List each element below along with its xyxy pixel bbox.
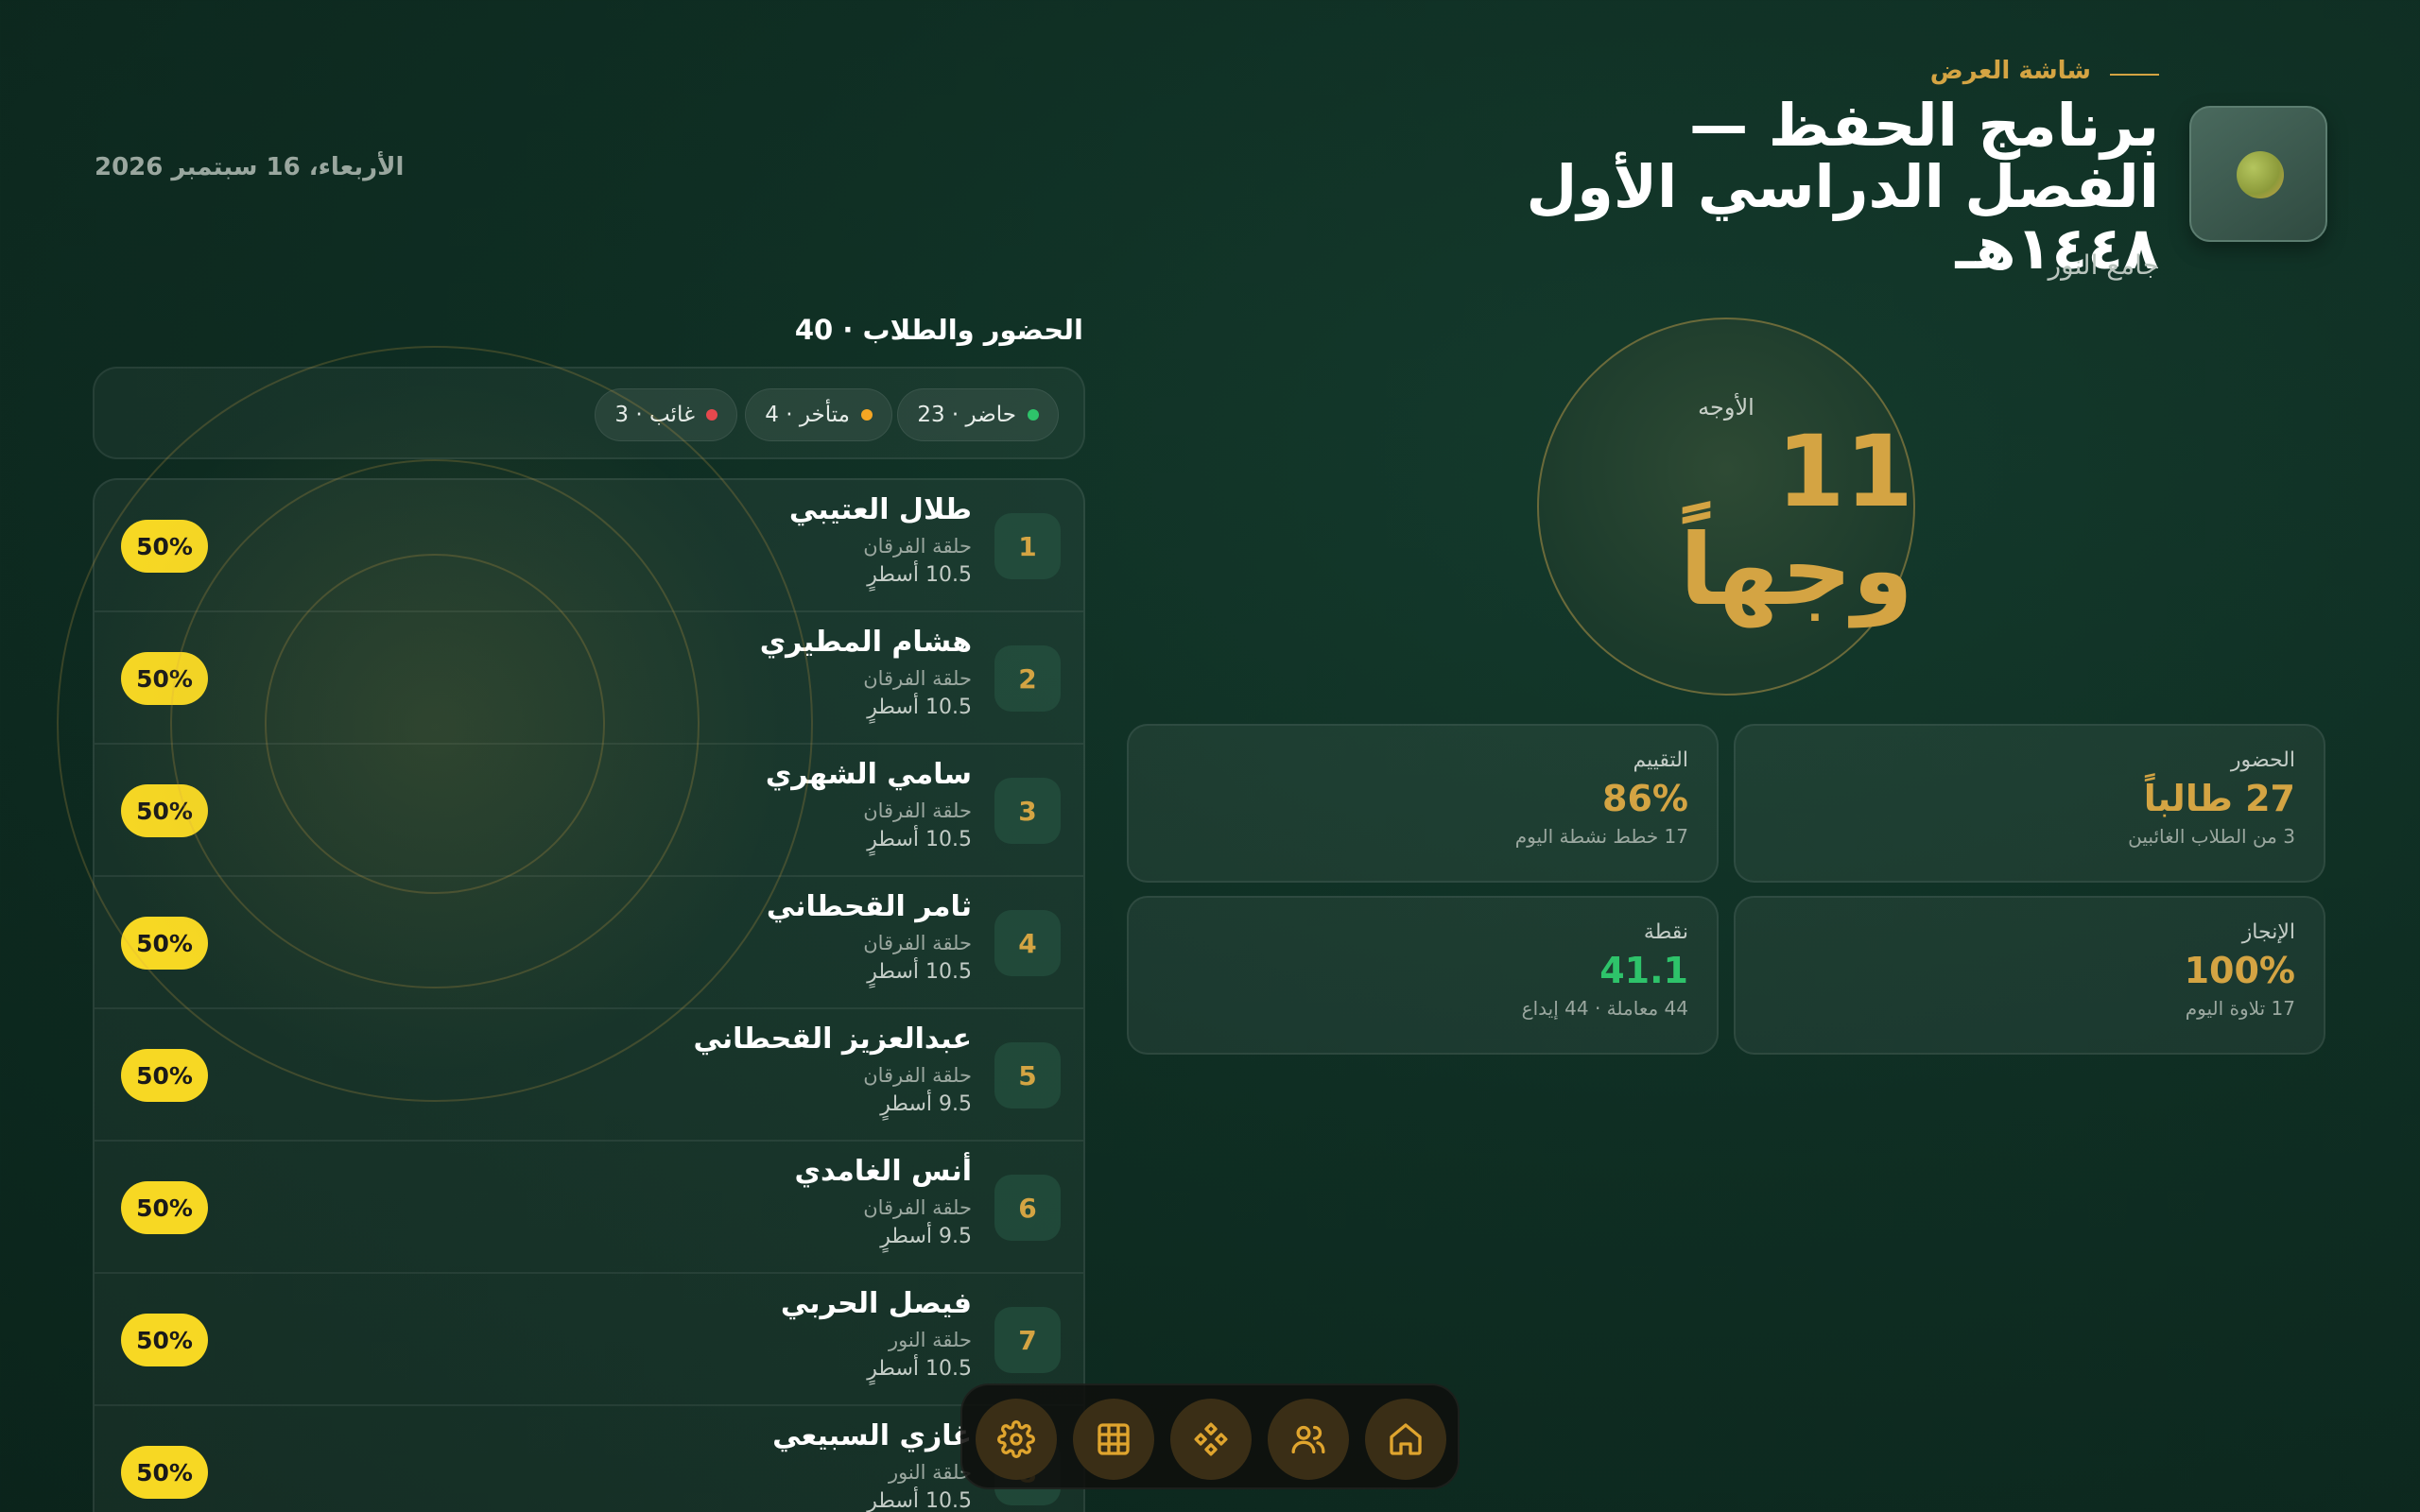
student-lines: 10.5 أسطرٍ	[867, 960, 972, 984]
stat-card-achievement: الإنجاز 100% 17 تلاوة اليوم	[1734, 896, 2325, 1055]
late-dot-icon	[861, 409, 873, 421]
legend-label: غائب · 3	[614, 403, 695, 427]
student-percent-badge: 50%	[121, 917, 208, 970]
student-row[interactable]: 6 أنس الغامدي حلقة الفرقان 9.5 أسطرٍ 50%	[95, 1142, 1083, 1274]
student-halqa: حلقة النور	[888, 1329, 972, 1351]
student-rank: 6	[994, 1175, 1061, 1241]
student-row[interactable]: 7 فيصل الحربي حلقة النور 10.5 أسطرٍ 50%	[95, 1274, 1083, 1406]
home-button[interactable]	[1365, 1399, 1446, 1480]
student-percent-badge: 50%	[121, 652, 208, 705]
student-halqa: حلقة الفرقان	[863, 1064, 972, 1087]
eyebrow-divider	[2110, 74, 2159, 76]
student-lines: 10.5 أسطرٍ	[867, 828, 972, 851]
student-percent-badge: 50%	[121, 784, 208, 837]
stat-card-rating: التقييم 86% 17 خطط نشطة اليوم	[1127, 724, 1719, 883]
student-name: أنس الغامدي	[794, 1155, 972, 1188]
student-percent-badge: 50%	[121, 1446, 208, 1499]
student-name: طلال العتيبي	[788, 493, 972, 526]
student-row[interactable]: 4 ثامر القحطاني حلقة الفرقان 10.5 أسطرٍ …	[95, 877, 1083, 1009]
legend-label: حاضر · 23	[917, 403, 1016, 427]
student-halqa: حلقة الفرقان	[863, 667, 972, 690]
stat-value: 41.1	[1599, 950, 1688, 991]
grid-diamond-icon	[1194, 1422, 1228, 1456]
legend-absent[interactable]: غائب · 3	[595, 388, 737, 441]
student-lines: 10.5 أسطرٍ	[867, 1357, 972, 1381]
stat-value: 27 طالباً	[2143, 778, 2295, 819]
student-name: عبدالعزيز القحطاني	[693, 1022, 972, 1056]
student-halqa: حلقة النور	[888, 1461, 972, 1484]
student-name: سامي الشهري	[765, 758, 972, 791]
student-lines: 10.5 أسطرٍ	[867, 1489, 972, 1512]
student-row[interactable]: 8 غازي السبيعي حلقة النور 10.5 أسطرٍ 50%	[95, 1406, 1083, 1512]
attendance-legend: حاضر · 23 متأخر · 4 غائب · 3	[93, 367, 1085, 459]
stat-subtext: 3 من الطلاب الغائبين	[2128, 825, 2295, 848]
stat-card-attendance: الحضور 27 طالباً 3 من الطلاب الغائبين	[1734, 724, 2325, 883]
student-row[interactable]: 1 طلال العتيبي حلقة الفرقان 10.5 أسطرٍ 5…	[95, 480, 1083, 612]
faces-value: 11 وجهاً	[1679, 414, 1913, 627]
table-icon	[1098, 1423, 1130, 1455]
student-name: فيصل الحربي	[780, 1287, 972, 1320]
settings-button[interactable]	[976, 1399, 1057, 1480]
stat-subtext: 17 خطط نشطة اليوم	[1514, 825, 1688, 848]
student-row[interactable]: 3 سامي الشهري حلقة الفرقان 10.5 أسطرٍ 50…	[95, 745, 1083, 877]
student-rank: 5	[994, 1042, 1061, 1108]
student-halqa: حلقة الفرقان	[863, 535, 972, 558]
stat-label: الحضور	[2230, 748, 2295, 772]
stat-subtext: 44 معاملة · 44 إيداع	[1521, 997, 1688, 1020]
attendance-section-title: الحضور والطلاب · 40	[794, 314, 1083, 346]
student-row[interactable]: 5 عبدالعزيز القحطاني حلقة الفرقان 9.5 أس…	[95, 1009, 1083, 1142]
student-row[interactable]: 2 هشام المطيري حلقة الفرقان 10.5 أسطرٍ 5…	[95, 612, 1083, 745]
students-list: 1 طلال العتيبي حلقة الفرقان 10.5 أسطرٍ 5…	[93, 478, 1085, 1512]
current-date: الأربعاء، 16 سبتمبر 2026	[95, 153, 405, 181]
student-rank: 3	[994, 778, 1061, 844]
student-name: غازي السبيعي	[772, 1419, 972, 1452]
student-lines: 9.5 أسطرٍ	[880, 1092, 972, 1116]
legend-late[interactable]: متأخر · 4	[745, 388, 892, 441]
stat-label: الإنجاز	[2241, 920, 2295, 944]
stat-value: 100%	[2184, 950, 2295, 991]
stat-value: 86%	[1602, 778, 1688, 819]
legend-present[interactable]: حاضر · 23	[897, 388, 1059, 441]
table-button[interactable]	[1073, 1399, 1154, 1480]
absent-dot-icon	[706, 409, 717, 421]
student-name: ثامر القحطاني	[766, 890, 972, 923]
faces-label: الأوجه	[1698, 394, 1754, 421]
stat-subtext: 17 تلاوة اليوم	[2185, 997, 2295, 1020]
student-percent-badge: 50%	[121, 520, 208, 573]
student-lines: 9.5 أسطرٍ	[880, 1225, 972, 1248]
app-logo	[2189, 106, 2327, 242]
legend-label: متأخر · 4	[765, 403, 850, 427]
student-halqa: حلقة الفرقان	[863, 1196, 972, 1219]
student-halqa: حلقة الفرقان	[863, 932, 972, 954]
home-icon	[1390, 1423, 1422, 1455]
student-percent-badge: 50%	[121, 1181, 208, 1234]
settings-icon	[997, 1420, 1035, 1458]
page-subtitle: جامع النور	[2048, 249, 2159, 281]
student-rank: 1	[994, 513, 1061, 579]
student-lines: 10.5 أسطرٍ	[867, 696, 972, 719]
student-lines: 10.5 أسطرٍ	[867, 563, 972, 587]
student-rank: 4	[994, 910, 1061, 976]
stat-label: نقطة	[1643, 920, 1688, 944]
users-icon	[1291, 1425, 1325, 1453]
stat-label: التقييم	[1633, 748, 1688, 772]
eyebrow-label: شاشة العرض	[1929, 57, 2091, 85]
present-dot-icon	[1028, 409, 1039, 421]
halaqat-button[interactable]	[1170, 1399, 1252, 1480]
bottom-dock	[960, 1383, 1460, 1489]
student-name: هشام المطيري	[759, 626, 972, 659]
users-button[interactable]	[1268, 1399, 1349, 1480]
student-rank: 2	[994, 645, 1061, 712]
student-percent-badge: 50%	[121, 1314, 208, 1366]
student-percent-badge: 50%	[121, 1049, 208, 1102]
faces-counter: الأوجه 11 وجهاً	[1537, 318, 1915, 696]
student-rank: 7	[994, 1307, 1061, 1373]
student-halqa: حلقة الفرقان	[863, 799, 972, 822]
stat-card-points: نقطة 41.1 44 معاملة · 44 إيداع	[1127, 896, 1719, 1055]
